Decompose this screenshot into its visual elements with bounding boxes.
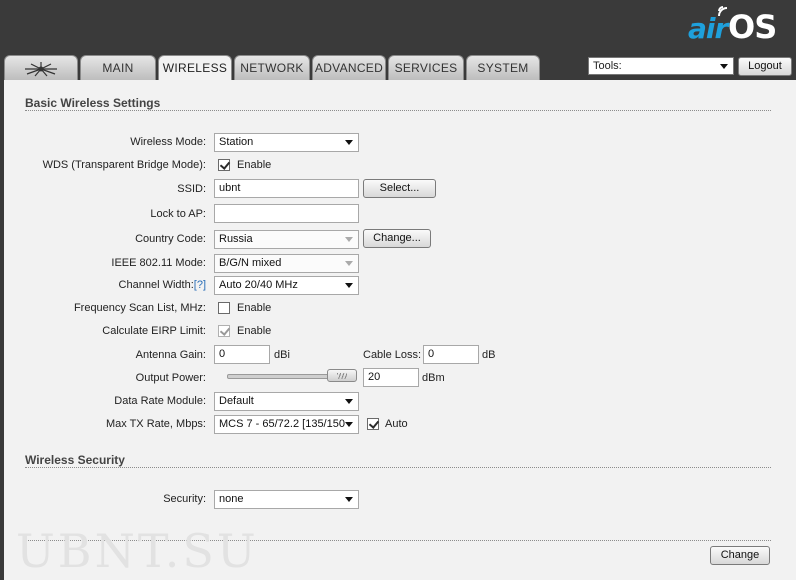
channel-width-help-link[interactable]: [?] (194, 279, 206, 291)
tab-network[interactable]: NETWORK (234, 55, 310, 80)
data-rate-module-value: Default (219, 395, 254, 407)
data-rate-module-select[interactable]: Default (214, 392, 359, 411)
max-tx-auto-label: Auto (385, 418, 408, 430)
tools-select-label: Tools: (593, 60, 622, 72)
chevron-down-icon (345, 399, 353, 404)
antenna-gain-input[interactable]: 0 (214, 345, 270, 364)
security-select[interactable]: none (214, 490, 359, 509)
change-button[interactable]: Change (710, 546, 770, 565)
cable-loss-unit: dB (482, 349, 496, 361)
country-code-select[interactable]: Russia (214, 230, 359, 249)
antenna-gain-label: Antenna Gain: (135, 349, 206, 361)
wireless-mode-select[interactable]: Station (214, 133, 359, 152)
max-tx-rate-label: Max TX Rate, Mbps: (105, 418, 206, 430)
max-tx-rate-value: MCS 7 - 65/72.2 [135/150 (219, 418, 345, 430)
wireless-security-title: Wireless Security (25, 453, 125, 467)
ieee-mode-value: B/G/N mixed (219, 257, 282, 269)
channel-width-value: Auto 20/40 MHz (219, 279, 298, 291)
frequency-scan-enable-label: Enable (237, 302, 272, 314)
tools-select[interactable]: Tools: (588, 57, 734, 75)
security-value: none (219, 493, 244, 505)
output-power-label: Output Power: (135, 372, 206, 384)
section-divider (25, 467, 771, 468)
ssid-input[interactable]: ubnt (214, 179, 359, 198)
channel-width-label-text: Channel Width: (118, 279, 194, 291)
cable-loss-input[interactable]: 0 (423, 345, 479, 364)
tab-wireless[interactable]: WIRELESS (158, 55, 232, 81)
eirp-label: Calculate EIRP Limit: (102, 325, 206, 337)
tab-advanced[interactable]: ADVANCED (312, 55, 386, 80)
ieee-mode-select[interactable]: B/G/N mixed (214, 254, 359, 273)
output-power-unit: dBm (422, 372, 445, 384)
max-tx-rate-select[interactable]: MCS 7 - 65/72.2 [135/150 (214, 415, 359, 434)
data-rate-module-label: Data Rate Module: (114, 395, 206, 407)
output-power-input[interactable]: 20 (363, 368, 419, 387)
wds-enable-label: Enable (237, 159, 272, 171)
top-bar: air OS MAIN WIRELESS NETWORK ADVANCED SE… (0, 0, 796, 81)
wireless-mode-label: Wireless Mode: (130, 136, 206, 148)
lock-to-ap-input[interactable] (214, 204, 359, 223)
tab-main[interactable]: MAIN (80, 55, 156, 80)
tab-network-label: NETWORK (240, 61, 304, 75)
lock-to-ap-label: Lock to AP: (150, 208, 206, 220)
chevron-down-icon (345, 261, 353, 266)
tab-advanced-label: ADVANCED (314, 61, 384, 75)
logout-button[interactable]: Logout (738, 57, 792, 76)
section-divider (25, 110, 771, 111)
country-code-value: Russia (219, 233, 253, 245)
chevron-down-icon (345, 422, 353, 427)
chevron-down-icon (345, 283, 353, 288)
output-power-slider-handle[interactable] (327, 369, 357, 382)
channel-width-select[interactable]: Auto 20/40 MHz (214, 276, 359, 295)
country-change-button[interactable]: Change... (363, 229, 431, 248)
tab-ubiquiti-logo[interactable] (4, 55, 78, 80)
wds-label: WDS (Transparent Bridge Mode): (42, 159, 206, 171)
airos-logo: air OS (686, 2, 786, 48)
wds-enable-checkbox[interactable] (218, 159, 230, 171)
wireless-mode-value: Station (219, 136, 254, 148)
tab-system[interactable]: SYSTEM (466, 55, 540, 80)
tab-wireless-label: WIRELESS (162, 61, 228, 75)
tab-main-label: MAIN (102, 61, 134, 75)
tab-system-label: SYSTEM (477, 61, 529, 75)
security-label: Security: (163, 493, 206, 505)
wireless-settings-panel: Basic Wireless Settings Wireless Mode: S… (4, 80, 796, 580)
eirp-checkbox[interactable] (218, 325, 230, 337)
logo-air-text: air (688, 12, 728, 45)
chevron-down-icon (345, 497, 353, 502)
chevron-down-icon (345, 140, 353, 145)
cable-loss-label: Cable Loss: (363, 349, 422, 361)
ssid-select-button[interactable]: Select... (363, 179, 436, 198)
antenna-gain-unit: dBi (274, 349, 290, 361)
logo-os-text: OS (728, 8, 777, 46)
frequency-scan-label: Frequency Scan List, MHz: (73, 302, 206, 314)
basic-wireless-settings-title: Basic Wireless Settings (25, 96, 161, 110)
ubiquiti-logo-icon (25, 62, 57, 77)
ieee-mode-label: IEEE 802.11 Mode: (111, 257, 206, 269)
chevron-down-icon (720, 64, 728, 69)
chevron-down-icon (345, 237, 353, 242)
max-tx-auto-checkbox[interactable] (367, 418, 379, 430)
tab-services[interactable]: SERVICES (388, 55, 464, 80)
eirp-enable-label: Enable (237, 325, 272, 337)
watermark: UBNT.SU (16, 524, 259, 578)
channel-width-label: Channel Width:[?] (119, 279, 206, 291)
frequency-scan-checkbox[interactable] (218, 302, 230, 314)
ssid-label: SSID: (177, 183, 206, 195)
tab-services-label: SERVICES (394, 61, 458, 75)
country-code-label: Country Code: (135, 233, 206, 245)
